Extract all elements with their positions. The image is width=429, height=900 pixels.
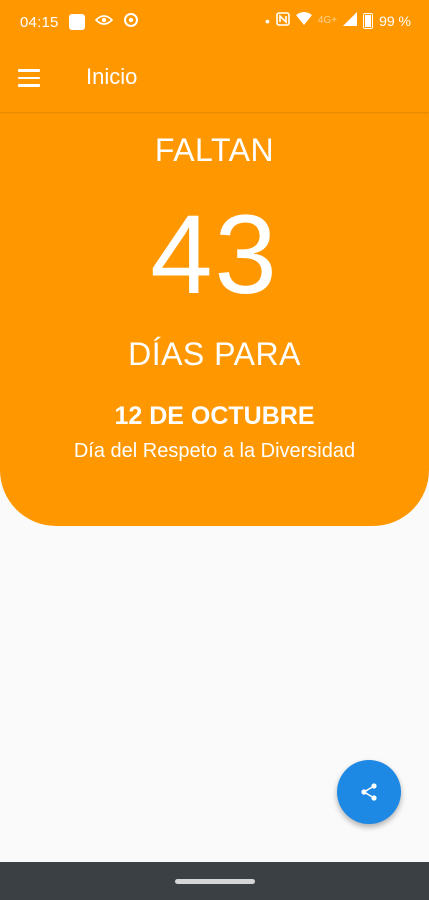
app-bar: Inicio <box>0 44 429 112</box>
wifi-icon <box>295 12 312 29</box>
signal-icon <box>343 12 358 29</box>
share-icon <box>361 783 377 801</box>
sync-icon <box>123 12 139 32</box>
event-name: Día del Respeto a la Diversidad <box>73 440 356 462</box>
share-button[interactable] <box>337 760 401 824</box>
countdown-card: FALTAN 43 DÍAS PARA 12 DE OCTUBRE Día de… <box>0 112 429 526</box>
eye-icon <box>94 13 113 31</box>
network-label: 4G+ <box>317 15 338 26</box>
dot-icon: • <box>264 12 270 29</box>
app-square-icon <box>68 14 85 30</box>
screen: 04:15 • 4G+ 99 % Inicio FALTAN 43 DÍAS P… <box>0 0 429 900</box>
system-nav-bar <box>0 862 429 900</box>
event-date: 12 DE OCTUBRE <box>114 402 315 430</box>
battery-percent: 99 % <box>379 12 411 29</box>
status-left: 04:15 <box>20 12 139 32</box>
battery-icon <box>363 12 374 29</box>
status-right: • 4G+ 99 % <box>265 12 411 29</box>
home-gesture-handle[interactable] <box>175 879 255 884</box>
status-bar: 04:15 • 4G+ 99 % <box>0 0 429 44</box>
countdown-suffix: DÍAS PARA <box>128 336 301 372</box>
page-title: Inicio <box>86 64 138 89</box>
countdown-prefix: FALTAN <box>154 132 275 168</box>
days-remaining: 43 <box>150 192 279 317</box>
status-time: 04:15 <box>20 13 59 31</box>
nfc-icon <box>276 12 290 29</box>
hamburger-menu-icon[interactable] <box>18 64 52 92</box>
